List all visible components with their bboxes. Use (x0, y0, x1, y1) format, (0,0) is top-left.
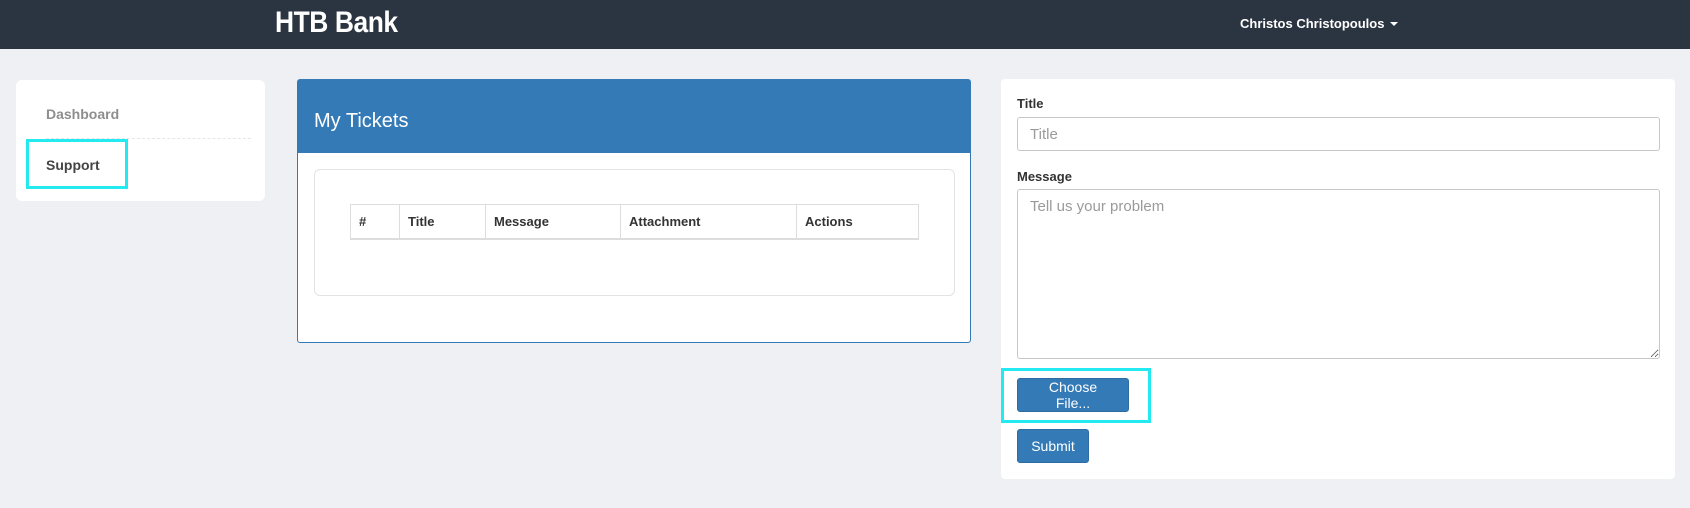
sidebar-item-dashboard[interactable]: Dashboard (46, 106, 119, 122)
user-name: Christos Christopoulos (1240, 16, 1385, 31)
user-menu-dropdown[interactable]: Christos Christopoulos (1240, 16, 1399, 31)
caret-down-icon (1390, 21, 1399, 26)
tickets-panel-title: My Tickets (314, 110, 409, 132)
title-input[interactable] (1017, 117, 1660, 151)
tickets-table-header-row: # Title Message Attachment Actions (350, 204, 919, 240)
brand-logo[interactable]: HTB Bank (275, 6, 398, 40)
column-header-actions: Actions (796, 204, 919, 240)
tickets-panel: My Tickets # Title Message Attachment Ac… (297, 79, 971, 343)
top-navbar: HTB Bank Christos Christopoulos (0, 0, 1690, 49)
column-header-title: Title (399, 204, 486, 240)
highlight-box-support (26, 139, 128, 189)
submit-button[interactable]: Submit (1017, 429, 1089, 463)
highlight-box-choose-file (1001, 368, 1151, 423)
message-label: Message (1017, 169, 1072, 184)
column-header-attachment: Attachment (620, 204, 797, 240)
column-header-message: Message (485, 204, 621, 240)
tickets-table-container: # Title Message Attachment Actions (314, 169, 955, 296)
tickets-panel-header: My Tickets (298, 80, 970, 153)
sidebar: Dashboard Support (16, 80, 265, 201)
column-header-number: # (350, 204, 400, 240)
title-label: Title (1017, 96, 1044, 111)
message-textarea[interactable] (1017, 189, 1660, 359)
tickets-table: # Title Message Attachment Actions (350, 204, 919, 240)
